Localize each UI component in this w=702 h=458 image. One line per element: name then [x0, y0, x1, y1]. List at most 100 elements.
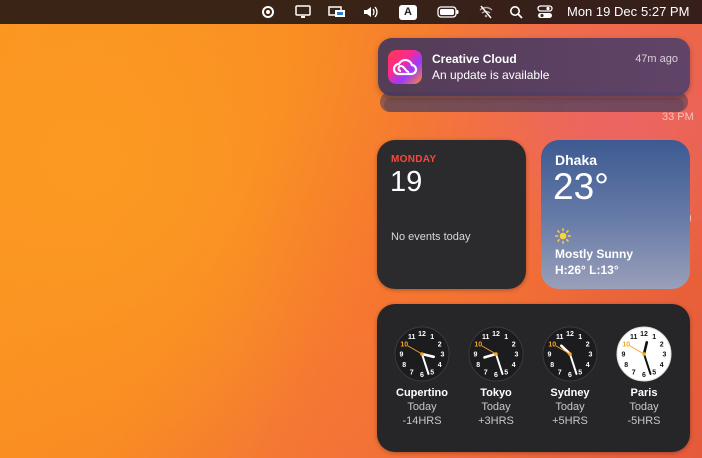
creative-cloud-icon [388, 50, 422, 84]
clock-hour-numeral: 3 [663, 352, 667, 359]
clock-city-name: Sydney [550, 387, 590, 399]
clock-hour-numeral: 12 [566, 331, 574, 338]
clock-hour-numeral: 8 [476, 362, 480, 369]
clock-hour-numeral: 11 [630, 334, 638, 341]
clock-center-pin [642, 352, 646, 356]
clock-hour-numeral: 11 [482, 334, 490, 341]
clock-hour-numeral: 5 [578, 369, 582, 376]
display-icon[interactable] [294, 4, 312, 20]
clock-hour-numeral: 6 [642, 372, 646, 379]
clock-hour-numeral: 1 [652, 334, 656, 341]
clock-hour-numeral: 3 [589, 352, 593, 359]
notification-time: 47m ago [635, 53, 678, 65]
control-center-icon[interactable] [536, 4, 554, 20]
clock-hour-numeral: 2 [586, 341, 590, 348]
clock-hour-numeral: 6 [494, 372, 498, 379]
analog-clock-face: 1234567891011 12 [616, 326, 672, 382]
weather-condition: Mostly Sunny [555, 247, 634, 261]
clock-day: Today [629, 401, 659, 413]
clock-day: Today [407, 401, 437, 413]
battery-icon[interactable] [437, 4, 459, 20]
clock-hour-numeral: 12 [492, 331, 500, 338]
clock-hour-numeral: 8 [624, 362, 628, 369]
input-source-label: A [399, 4, 417, 20]
world-clock-tokyo: 1 2 3 4 5 6 7 8 9 10 11 12 Tokyo Today +3HRS [459, 326, 533, 427]
clock-hour-numeral: 5 [652, 369, 656, 376]
weather-widget[interactable]: Dhaka 23° Mostly Sunny H:26° L:13° [541, 140, 690, 289]
calendar-weekday: MONDAY [391, 154, 437, 165]
clock-hour-numeral: 3 [515, 352, 519, 359]
clock-day: Today [555, 401, 585, 413]
clock-hour-numeral: 4 [512, 362, 516, 369]
world-clock-cupertino: 1 2 3 4 5 6 7 8 9 10 11 12 Cupertino Today -14HRS [385, 326, 459, 427]
creative-cloud-notification[interactable]: Creative Cloud An update is available 47… [378, 38, 690, 96]
clock-hour-numeral: 1 [430, 334, 434, 341]
clock-hour-numeral: 5 [430, 369, 434, 376]
clock-city-name: Paris [630, 387, 658, 399]
clock-hour-numeral: 11 [408, 334, 416, 341]
clock-offset: -5HRS [627, 415, 661, 427]
clock-hour-numeral: 10 [622, 341, 630, 348]
clock-hour-numeral: 6 [420, 372, 424, 379]
clock-hour-numeral: 4 [586, 362, 590, 369]
clock-hour-numeral: 3 [441, 352, 445, 359]
analog-clock-face: 1234567891011 12 [542, 326, 598, 382]
clock-hour-numeral: 10 [474, 341, 482, 348]
wifi-off-icon[interactable] [477, 4, 495, 20]
screen-share-icon[interactable] [327, 4, 347, 20]
clock-hour-numeral: 4 [660, 362, 664, 369]
clock-offset: +5HRS [552, 415, 588, 427]
menubar-date[interactable]: Mon 19 Dec [567, 4, 637, 20]
clock-city-name: Tokyo [480, 387, 512, 399]
world-clock-widget[interactable]: 1 2 3 4 5 6 7 8 9 10 11 12 Cupertino Today -14HRS 1… [377, 304, 690, 452]
spotlight-search-icon[interactable] [507, 4, 525, 20]
clock-day: Today [481, 401, 511, 413]
clock-center-pin [568, 352, 572, 356]
background-time-peek: 33 PM [662, 111, 694, 123]
clock-hour-numeral: 1 [504, 334, 508, 341]
clock-hour-numeral: 10 [400, 341, 408, 348]
menubar-time[interactable]: 5:27 PM [641, 4, 689, 20]
keyboard-input-icon[interactable]: A [398, 4, 418, 20]
clock-hour-numeral: 9 [400, 352, 404, 359]
clock-hour-numeral: 2 [512, 341, 516, 348]
clock-hour-numeral: 2 [438, 341, 442, 348]
clock-city-name: Cupertino [396, 387, 448, 399]
clock-hour-numeral: 8 [402, 362, 406, 369]
clock-hour-numeral: 7 [484, 369, 488, 376]
clock-hour-numeral: 2 [660, 341, 664, 348]
clock-hour-numeral: 1 [578, 334, 582, 341]
clock-offset: +3HRS [478, 415, 514, 427]
calendar-events-text: No events today [391, 231, 471, 243]
clock-hour-numeral: 5 [504, 369, 508, 376]
clock-center-pin [494, 352, 498, 356]
analog-clock-face: 1234567891011 12 [468, 326, 524, 382]
weather-high-low: H:26° L:13° [555, 263, 619, 277]
clock-hour-numeral: 6 [568, 372, 572, 379]
menu-bar: A Mon 19 Dec 5:27 PM [0, 0, 702, 24]
volume-icon[interactable] [361, 4, 381, 20]
world-clock-paris: 1 2 3 4 5 6 7 8 9 10 11 12 Paris Today -5HRS [607, 326, 681, 427]
clock-hour-numeral: 4 [438, 362, 442, 369]
clock-hour-numeral: 9 [622, 352, 626, 359]
calendar-widget[interactable]: MONDAY 19 No events today [377, 140, 526, 289]
weather-temperature: 23° [553, 166, 609, 207]
clock-hour-numeral: 9 [474, 352, 478, 359]
clock-hour-numeral: 9 [548, 352, 552, 359]
analog-clock-face: 1234567891011 12 [394, 326, 450, 382]
sun-icon [555, 228, 571, 249]
clock-hour-numeral: 7 [632, 369, 636, 376]
clock-hour-numeral: 11 [556, 334, 564, 341]
clock-center-pin [420, 352, 424, 356]
notification-message: An update is available [432, 68, 550, 82]
focus-icon[interactable] [260, 4, 276, 20]
calendar-day-number: 19 [390, 166, 423, 198]
clock-hour-numeral: 8 [550, 362, 554, 369]
world-clock-sydney: 1 2 3 4 5 6 7 8 9 10 11 12 Sydney Today +5HRS [533, 326, 607, 427]
clock-hour-numeral: 7 [410, 369, 414, 376]
notification-title: Creative Cloud [432, 52, 517, 66]
clock-hour-numeral: 7 [558, 369, 562, 376]
clock-hour-numeral: 10 [548, 341, 556, 348]
clock-hour-numeral: 12 [418, 331, 426, 338]
clock-hour-numeral: 12 [640, 331, 648, 338]
